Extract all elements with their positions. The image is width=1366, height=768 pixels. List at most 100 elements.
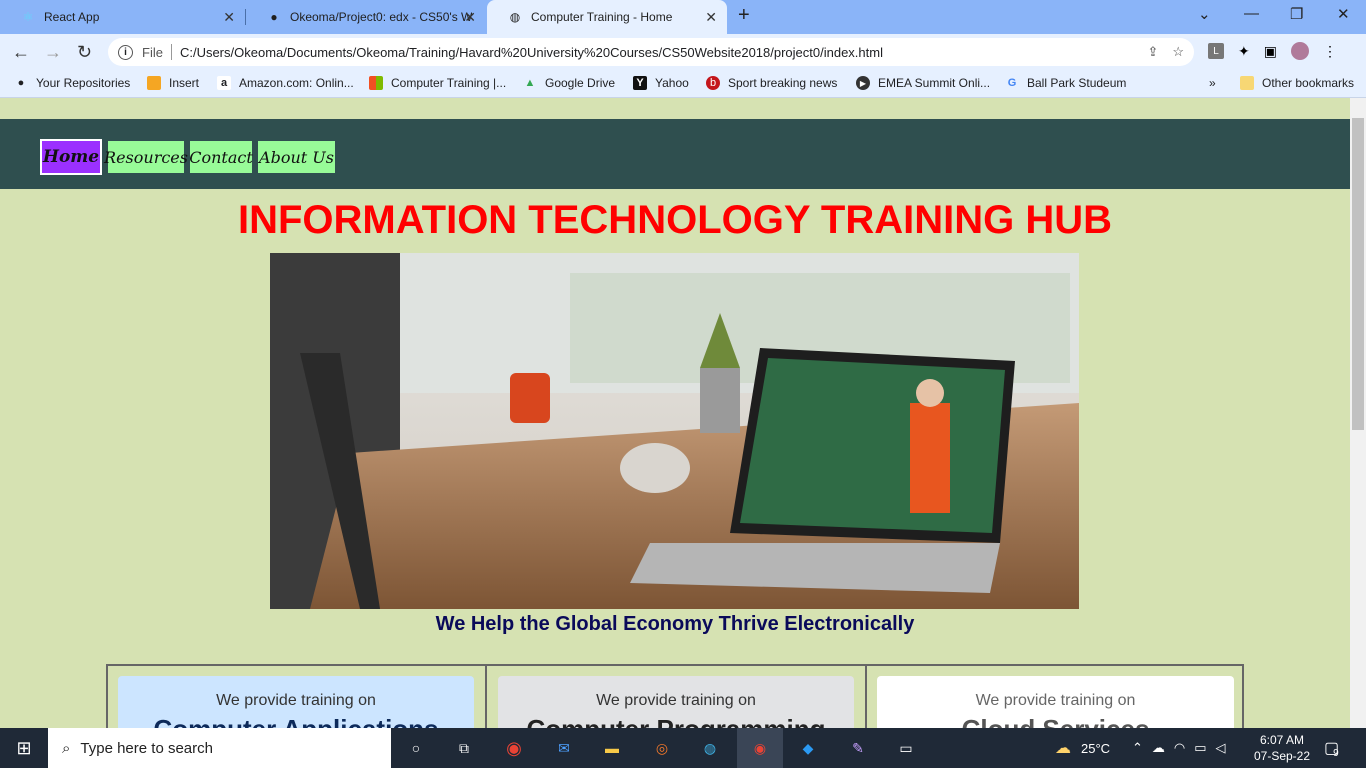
battery-icon[interactable]: ▭ xyxy=(1194,740,1206,756)
bookmark-yahoo[interactable]: Y Yahoo xyxy=(633,76,689,90)
cortana-icon[interactable]: ○ xyxy=(400,728,432,768)
tab-computer-training[interactable]: ◍ Computer Training - Home ✕ xyxy=(487,0,727,34)
bookmark-ball-park[interactable]: G Ball Park Studeum xyxy=(1005,76,1127,90)
bookmark-orange-icon xyxy=(147,76,161,90)
weather-widget[interactable]: ☁ 25°C xyxy=(1055,728,1110,768)
card-prefix: We provide training on xyxy=(975,692,1136,709)
back-icon[interactable]: ← xyxy=(12,42,30,63)
bookmark-emea-summit[interactable]: ▶ EMEA Summit Onli... xyxy=(856,76,990,90)
nav-resources[interactable]: Resources xyxy=(104,141,188,173)
wifi-icon[interactable]: ◠ xyxy=(1174,740,1185,756)
search-input[interactable]: Type here to search xyxy=(80,740,213,757)
other-bookmarks[interactable]: Other bookmarks xyxy=(1240,76,1354,90)
url-text[interactable]: C:/Users/Okeoma/Documents/Okeoma/Trainin… xyxy=(180,45,883,60)
bookmark-label: Your Repositories xyxy=(36,76,131,90)
date: 07-Sep-22 xyxy=(1253,749,1311,763)
weather-icon: ☁ xyxy=(1055,740,1071,757)
system-tray: ⌃ ☁ ◠ ▭ ◁ xyxy=(1132,728,1226,768)
clock[interactable]: 6:07 AM 07-Sep-22 xyxy=(1250,728,1314,768)
hero-image xyxy=(270,253,1079,609)
close-window-icon[interactable]: ✕ xyxy=(1337,5,1350,23)
service-card-cloud: We provide training on Cloud Services xyxy=(877,676,1234,728)
nav-home[interactable]: Home xyxy=(40,139,102,175)
reload-icon[interactable]: ↻ xyxy=(77,42,92,63)
chevron-up-icon[interactable]: ⌃ xyxy=(1132,740,1143,756)
tab-search-icon[interactable]: ⌄ xyxy=(1198,5,1211,23)
tab-github-project[interactable]: ● Okeoma/Project0: edx - CS50's W ✕ xyxy=(246,0,486,34)
notifications-button[interactable]: ▢ 9 xyxy=(1324,728,1339,768)
vscode-icon[interactable]: ◆ xyxy=(792,728,824,768)
card-title: Computer Programming xyxy=(498,714,854,728)
url-scheme-label: File xyxy=(142,44,163,60)
microsoft-icon xyxy=(369,76,383,90)
bookmark-label: Insert xyxy=(169,76,200,90)
star-icon[interactable]: ☆ xyxy=(1172,44,1184,60)
terminal-icon[interactable]: ▭ xyxy=(890,728,922,768)
divider xyxy=(170,44,172,60)
weather-temp: 25°C xyxy=(1081,740,1111,756)
bookmark-your-repositories[interactable]: ● Your Repositories xyxy=(14,76,131,90)
card-title: Cloud Services xyxy=(877,714,1234,728)
sport-icon: b xyxy=(706,76,720,90)
restore-icon[interactable]: ❐ xyxy=(1290,5,1303,23)
taskbar-search[interactable]: ⌕ Type here to search xyxy=(48,728,391,768)
blender-icon[interactable]: ◎ xyxy=(646,728,678,768)
services-section: We provide training on Computer Applicat… xyxy=(106,664,1244,728)
bookmark-computer-training[interactable]: Computer Training |... xyxy=(369,76,506,90)
close-icon[interactable]: ✕ xyxy=(705,9,717,26)
card-title: Computer Applications xyxy=(118,714,474,728)
bookmark-sport-news[interactable]: b Sport breaking news xyxy=(706,76,837,90)
sidepanel-icon[interactable]: ▣ xyxy=(1264,43,1277,60)
yahoo-icon: Y xyxy=(633,76,647,90)
menu-icon[interactable]: ⋮ xyxy=(1323,43,1337,60)
share-icon[interactable]: ⇪ xyxy=(1147,44,1158,60)
card-prefix: We provide training on xyxy=(596,692,756,709)
tab-react-app[interactable]: ⚛ React App ✕ xyxy=(0,0,245,34)
amazon-icon: a xyxy=(217,76,231,90)
forward-icon[interactable]: → xyxy=(44,42,62,63)
address-bar[interactable]: i File C:/Users/Okeoma/Documents/Okeoma/… xyxy=(108,38,1194,66)
chrome-icon[interactable]: ◉ xyxy=(498,728,530,768)
bookmark-label: Other bookmarks xyxy=(1262,76,1355,90)
bookmark-amazon[interactable]: a Amazon.com: Onlin... xyxy=(217,76,354,90)
mail-icon[interactable]: ✉ xyxy=(548,728,580,768)
nav-about-us[interactable]: About Us xyxy=(258,141,335,173)
react-icon: ⚛ xyxy=(22,10,34,24)
nav-contact[interactable]: Contact xyxy=(189,141,253,173)
avatar[interactable] xyxy=(1290,42,1309,60)
minimize-icon[interactable]: — xyxy=(1244,5,1259,22)
info-icon[interactable]: i xyxy=(118,44,133,60)
tagline: We Help the Global Economy Thrive Electr… xyxy=(435,613,915,635)
bookmark-label: Yahoo xyxy=(655,76,689,90)
extension-l-icon[interactable]: L xyxy=(1208,43,1224,59)
file-explorer-icon[interactable]: ▬ xyxy=(596,728,628,768)
close-icon[interactable]: ✕ xyxy=(223,9,235,26)
bookmark-insert[interactable]: Insert xyxy=(147,76,199,90)
task-view-icon[interactable]: ⧉ xyxy=(448,728,480,768)
bookmark-label: Computer Training |... xyxy=(391,76,507,90)
bookmark-google-drive[interactable]: ▲ Google Drive xyxy=(523,76,615,90)
close-icon[interactable]: ✕ xyxy=(464,9,476,26)
drive-icon: ▲ xyxy=(524,77,536,89)
chrome-active-icon[interactable]: ◉ xyxy=(737,728,783,768)
github-icon: ● xyxy=(270,10,278,24)
paint-icon[interactable]: ✎ xyxy=(842,728,874,768)
scrollbar-thumb[interactable] xyxy=(1352,118,1364,430)
browser-tab-bar: ⚛ React App ✕ ● Okeoma/Project0: edx - C… xyxy=(0,0,1366,34)
folder-icon xyxy=(1240,76,1254,90)
volume-icon[interactable]: ◁ xyxy=(1216,740,1226,756)
web-page: Home Resources Contact About Us INFORMAT… xyxy=(0,98,1350,728)
bookmark-label: EMEA Summit Onli... xyxy=(878,76,991,90)
more-bookmarks-button[interactable]: » xyxy=(1209,76,1216,90)
edge-icon[interactable]: ◍ xyxy=(694,728,726,768)
onedrive-icon[interactable]: ☁ xyxy=(1152,740,1165,756)
puzzle-icon[interactable]: ✦ xyxy=(1238,43,1250,60)
windows-start-icon[interactable]: ⊞ xyxy=(0,728,48,768)
github-icon: ● xyxy=(17,77,25,89)
card-prefix: We provide training on xyxy=(216,692,376,709)
service-card-applications: We provide training on Computer Applicat… xyxy=(118,676,474,728)
play-icon: ▶ xyxy=(856,76,870,90)
extensions-area: L ✦ ▣ ⋮ xyxy=(1208,42,1337,60)
tab-title: Computer Training - Home xyxy=(531,10,673,24)
new-tab-button[interactable]: + xyxy=(738,4,750,27)
